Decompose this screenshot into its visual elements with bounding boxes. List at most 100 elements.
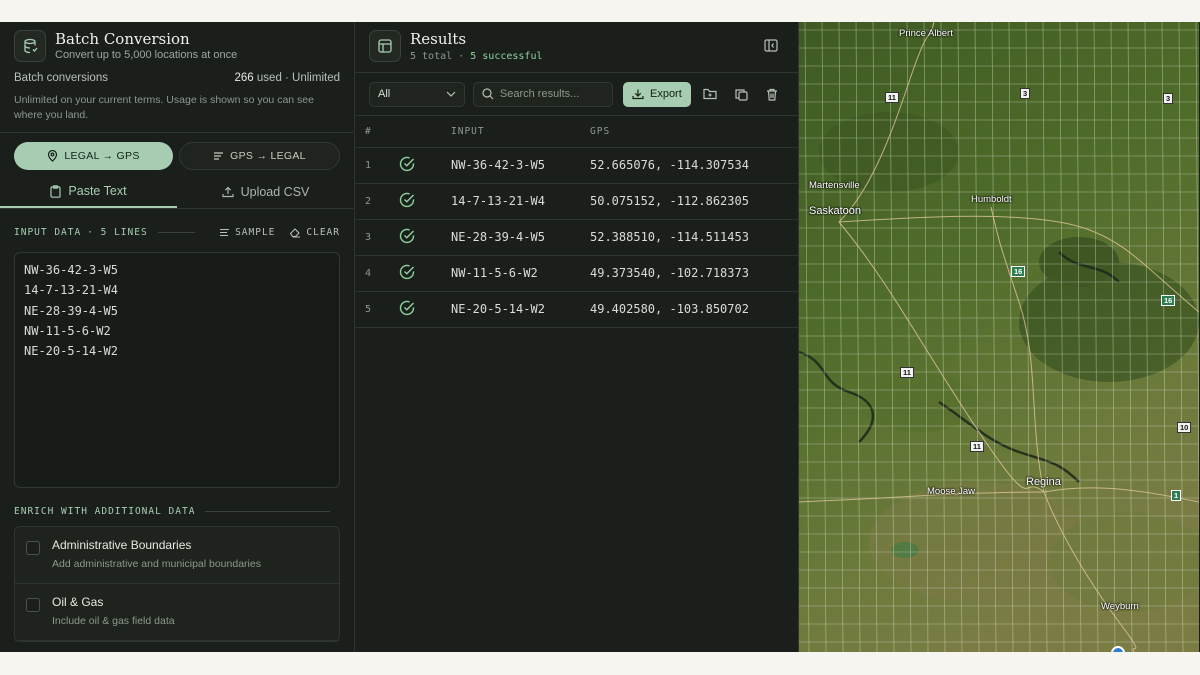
usage-count: 266 bbox=[234, 72, 254, 84]
tab-upload-csv[interactable]: Upload CSV bbox=[177, 176, 354, 208]
export-label: Export bbox=[649, 88, 682, 100]
sample-button[interactable]: SAMPLE bbox=[219, 227, 275, 238]
row-input: NW-36-42-3-W5 bbox=[451, 147, 590, 184]
success-check-icon bbox=[391, 291, 451, 328]
enrich-item-title: Oil & Gas bbox=[52, 595, 104, 609]
row-gps: 49.402580, -103.850702 bbox=[590, 291, 798, 328]
row-input: 14-7-13-21-W4 bbox=[451, 183, 590, 220]
filter-value: All bbox=[378, 88, 391, 100]
map-label-moose-jaw: Moose Jaw bbox=[927, 486, 976, 497]
highway-shield: 11 bbox=[970, 441, 984, 452]
tab-paste-text-label: Paste Text bbox=[68, 184, 127, 198]
row-index: 4 bbox=[355, 255, 391, 292]
success-check-icon bbox=[391, 255, 451, 292]
export-button[interactable]: Export bbox=[622, 81, 691, 107]
oil-gas-checkbox[interactable] bbox=[26, 598, 40, 612]
enrich-item-desc: Add administrative and municipal boundar… bbox=[52, 558, 261, 570]
table-row[interactable]: 3 NE-28-39-4-W5 52.388510, -114.511453 bbox=[355, 219, 798, 256]
highway-shield: 16 bbox=[1161, 295, 1176, 306]
row-index: 5 bbox=[355, 291, 391, 328]
highway-shield: 1 bbox=[1171, 490, 1182, 501]
input-lines-count: · 5 LINES bbox=[87, 227, 148, 238]
map-label-saskatoon: Saskatoon bbox=[809, 205, 861, 217]
admin-boundaries-checkbox[interactable] bbox=[26, 541, 40, 555]
app-window: Batch Conversion Convert up to 5,000 loc… bbox=[0, 22, 1200, 652]
mode-gps-to-legal-button[interactable]: GPS → LEGAL bbox=[179, 142, 340, 170]
table-row[interactable]: 4 NW-11-5-6-W2 49.373540, -102.718373 bbox=[355, 255, 798, 292]
toggle-panel-button[interactable] bbox=[764, 39, 778, 57]
map-label-regina: Regina bbox=[1026, 476, 1061, 488]
row-gps: 49.373540, -102.718373 bbox=[590, 255, 798, 292]
trash-icon bbox=[767, 88, 778, 101]
usage-value: 266 used · Unlimited bbox=[235, 72, 340, 84]
enrich-oil-gas[interactable]: Oil & Gas Include oil & gas field data bbox=[15, 584, 339, 641]
enrich-item-desc: Include oil & gas field data bbox=[52, 615, 175, 627]
clipboard-icon bbox=[50, 184, 62, 198]
sidebar-toggle-icon bbox=[764, 39, 778, 52]
col-input: INPUT bbox=[451, 116, 590, 148]
table-header-row: # INPUT GPS bbox=[355, 116, 798, 148]
batch-header: Batch Conversion Convert up to 5,000 loc… bbox=[0, 22, 354, 68]
table-row[interactable]: 2 14-7-13-21-W4 50.075152, -112.862305 bbox=[355, 183, 798, 220]
copy-button[interactable] bbox=[730, 82, 753, 106]
panel-subtitle: Convert up to 5,000 locations at once bbox=[55, 49, 238, 61]
highway-shield: 10 bbox=[1177, 422, 1192, 433]
search-icon bbox=[482, 88, 494, 100]
download-icon bbox=[632, 89, 644, 100]
mode-legal-to-gps-label: LEGAL → GPS bbox=[64, 150, 140, 162]
map-label-weyburn: Weyburn bbox=[1101, 601, 1139, 612]
search-placeholder: Search results... bbox=[499, 88, 580, 100]
results-toolbar: All Search results... Export bbox=[355, 72, 798, 116]
enrich-admin-boundaries[interactable]: Administrative Boundaries Add administra… bbox=[15, 527, 339, 584]
highway-shield: 3 bbox=[1020, 88, 1031, 99]
row-input: NE-28-39-4-W5 bbox=[451, 219, 590, 256]
enrich-options: Administrative Boundaries Add administra… bbox=[14, 526, 340, 642]
highway-shield: 11 bbox=[900, 367, 914, 378]
save-to-folder-button[interactable] bbox=[699, 82, 722, 106]
input-data-label: INPUT DATA bbox=[14, 227, 82, 238]
highway-shield: 11 bbox=[885, 92, 899, 103]
map-view[interactable]: Prince Albert Martensville Saskatoon Hum… bbox=[799, 22, 1199, 652]
table-row[interactable]: 1 NW-36-42-3-W5 52.665076, -114.307534 bbox=[355, 147, 798, 184]
divider bbox=[0, 132, 354, 133]
search-input[interactable]: Search results... bbox=[472, 81, 613, 107]
highway-shield: 3 bbox=[1163, 93, 1174, 104]
col-status bbox=[391, 116, 451, 148]
map-label-prince-albert: Prince Albert bbox=[899, 28, 953, 39]
delete-button[interactable] bbox=[761, 82, 784, 106]
row-gps: 52.665076, -114.307534 bbox=[590, 147, 798, 184]
results-title: Results bbox=[410, 30, 467, 48]
usage-note: Unlimited on your current terms. Usage i… bbox=[14, 94, 314, 121]
enrich-item-title: Administrative Boundaries bbox=[52, 538, 192, 552]
usage-suffix: used · Unlimited bbox=[253, 72, 340, 84]
input-tabs: Paste Text Upload CSV bbox=[0, 176, 354, 209]
mode-legal-to-gps-button[interactable]: LEGAL → GPS bbox=[14, 142, 173, 170]
results-table: # INPUT GPS 1 NW-36-42-3-W5 52.665076, -… bbox=[355, 116, 798, 328]
clear-button[interactable]: CLEAR bbox=[289, 227, 340, 238]
section-rule bbox=[205, 511, 330, 512]
results-panel: Results 5 total · 5 successful All Searc… bbox=[355, 22, 799, 652]
highway-shield: 16 bbox=[1011, 266, 1026, 277]
sample-label: SAMPLE bbox=[235, 227, 276, 238]
row-input: NW-11-5-6-W2 bbox=[451, 255, 590, 292]
location-pin-icon bbox=[48, 150, 58, 162]
input-textarea[interactable]: NW-36-42-3-W5 14-7-13-21-W4 NE-28-39-4-W… bbox=[14, 252, 340, 488]
tab-paste-text[interactable]: Paste Text bbox=[0, 176, 177, 208]
col-index: # bbox=[355, 116, 391, 148]
tab-upload-csv-label: Upload CSV bbox=[240, 185, 310, 199]
row-index: 2 bbox=[355, 183, 391, 220]
summary-separator: · bbox=[458, 51, 471, 62]
usage-row: Batch conversions 266 used · Unlimited bbox=[0, 72, 354, 84]
filter-select[interactable]: All bbox=[369, 81, 465, 107]
eraser-icon bbox=[290, 228, 301, 238]
mode-switch: LEGAL → GPS GPS → LEGAL bbox=[0, 142, 354, 170]
clear-label: CLEAR bbox=[306, 227, 340, 238]
database-icon bbox=[14, 30, 46, 62]
upload-icon bbox=[221, 186, 234, 198]
results-header: Results 5 total · 5 successful bbox=[355, 22, 798, 72]
chevron-down-icon bbox=[446, 91, 456, 97]
table-row[interactable]: 5 NE-20-5-14-W2 49.402580, -103.850702 bbox=[355, 291, 798, 328]
results-summary: 5 total · 5 successful bbox=[410, 51, 542, 62]
map-label-martensville: Martensville bbox=[809, 180, 860, 191]
success-check-icon bbox=[391, 147, 451, 184]
